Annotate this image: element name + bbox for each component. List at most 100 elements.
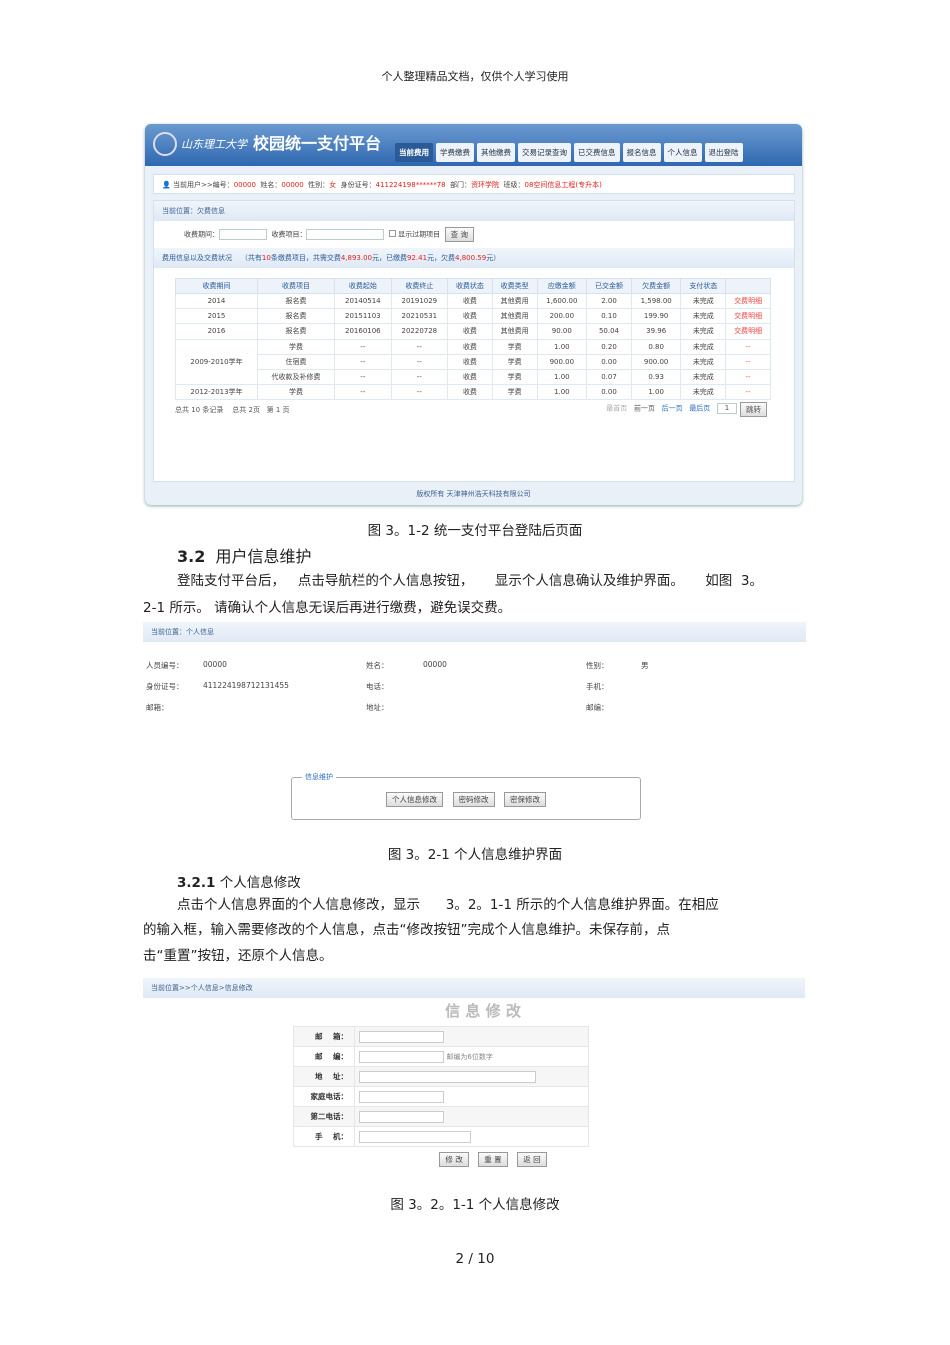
table-cell: 学费 [256, 338, 336, 355]
form-input[interactable] [359, 1130, 471, 1143]
form-label: 手 机： [293, 1126, 355, 1147]
table-cell: 0.07 [586, 368, 632, 386]
column-header: 欠费金额 [630, 278, 682, 294]
reset-button[interactable]: 重 置 [478, 1152, 508, 1167]
first-page-link[interactable]: 最首页 [606, 405, 627, 413]
field-label: 地址： [366, 703, 389, 712]
nav-current-fees[interactable]: 当前费用 [395, 143, 433, 162]
breadcrumb: 当前位置：个人信息 [143, 622, 806, 642]
table-cell: 0.00 [586, 384, 632, 401]
edit-profile-button[interactable]: 个人信息修改 [385, 792, 443, 807]
table-cell: 代收款及补修费 [256, 368, 336, 386]
form-input[interactable] [359, 1070, 536, 1083]
summary-text: 条缴费项目，共需交费 [270, 254, 341, 262]
field-label: 身份证号： [146, 682, 184, 691]
edit-profile-screenshot: 当前位置>>个人信息>信息修改 信 息 修 改 邮 箱： 邮 编： 邮编为6位数… [143, 978, 805, 1167]
show-expired-label: 显示过期项目 [398, 230, 441, 239]
table-cell: 2012-2013学年 [175, 384, 258, 401]
form-label: 第二电话： [293, 1106, 355, 1127]
table-cell: 2014 [175, 292, 258, 310]
form-input[interactable] [359, 1030, 444, 1043]
table-cell: 900.00 [630, 353, 682, 370]
field-label: 性别： [586, 661, 609, 670]
form-label: 邮 箱： [293, 1026, 355, 1047]
field-label: 邮编： [586, 703, 609, 712]
detail-link: -- [725, 368, 771, 386]
table-cell: -- [334, 338, 392, 355]
field-label: 人员编号： [146, 661, 184, 670]
back-button[interactable]: 返 回 [517, 1152, 547, 1167]
last-page-link[interactable]: 最后页 [689, 405, 710, 413]
table-cell: -- [334, 384, 392, 401]
security-question-button[interactable]: 密保修改 [504, 792, 547, 807]
user-id: 00000 [233, 181, 256, 189]
submit-button[interactable]: 修 改 [439, 1152, 469, 1167]
table-cell: 未完成 [680, 368, 727, 386]
table-row: 代收款及补修费 -- -- 收费 学费 1.00 0.07 0.93 未完成 -- [176, 368, 771, 386]
form-title: 信 息 修 改 [445, 1002, 521, 1020]
page-input[interactable]: 1 [717, 403, 737, 414]
platform-title: 校园统一支付平台 [253, 134, 382, 153]
table-cell: 0.00 [586, 353, 632, 370]
column-header: 已交金额 [586, 278, 632, 294]
detail-link[interactable]: 交费明细 [725, 308, 771, 325]
table-cell: -- [390, 368, 449, 386]
table-cell: 2.00 [586, 292, 632, 310]
section-title: 个人信息修改 [219, 875, 301, 891]
item-input[interactable] [306, 229, 385, 240]
period-input[interactable] [219, 229, 267, 240]
filter-row: 收费期间： 收费项目： 显示过期项目 查 询 [154, 221, 794, 248]
column-header: 收费状态 [447, 278, 493, 294]
user-class: 08空间信息工程(专升本) [524, 181, 602, 189]
show-expired-checkbox[interactable] [388, 229, 396, 237]
breadcrumb: 当前位置>>个人信息>信息修改 [143, 978, 805, 998]
field-value: 00000 [423, 660, 447, 669]
query-button[interactable]: 查 询 [444, 227, 474, 242]
user-name: 00000 [281, 181, 304, 189]
nav-tuition[interactable]: 学费缴费 [436, 143, 474, 162]
table-cell: 住宿费 [256, 353, 336, 370]
table-cell: 未完成 [680, 384, 727, 401]
nav-other[interactable]: 其他缴费 [477, 143, 515, 162]
pager: 总共 10 条记录 总共 2页 第 1 页 最首页 前一页 后一页 最后页 1 … [175, 402, 771, 417]
form-input[interactable] [359, 1050, 444, 1063]
current-page: 第 1 页 [266, 406, 290, 414]
prev-page-link[interactable]: 前一页 [634, 405, 655, 413]
page-count: 总共 2页 [232, 406, 260, 414]
form-label: 地 址： [293, 1066, 355, 1087]
form-label: 邮 编： [293, 1046, 355, 1067]
nav-paid[interactable]: 已交费信息 [574, 143, 620, 162]
payment-platform-screenshot: 山东理工大学 校园统一支付平台 当前费用 学费缴费 其他缴费 交易记录查询 已交… [145, 124, 802, 505]
breadcrumb: 当前位置：欠费信息 [154, 201, 794, 221]
table-cell: 2009-2010学年 [175, 338, 258, 386]
table-cell: 学费 [491, 353, 538, 370]
detail-link[interactable]: 交费明细 [725, 323, 771, 340]
nav-logout[interactable]: 退出登陆 [704, 143, 743, 162]
doc-header: 个人整理精品文档，仅供个人学习使用 [381, 70, 569, 83]
table-cell: 学费 [491, 368, 538, 386]
nav-transactions[interactable]: 交易记录查询 [518, 143, 571, 162]
form-hint: 邮编为6位数字 [446, 1052, 493, 1061]
change-password-button[interactable]: 密码修改 [452, 792, 495, 807]
form-input[interactable] [359, 1110, 444, 1123]
form-row: 地 址： [293, 1066, 589, 1087]
detail-link[interactable]: 交费明细 [725, 292, 771, 310]
nav-registration[interactable]: 报名信息 [622, 143, 661, 162]
item-label: 收费项目： [271, 230, 307, 239]
form-row: 第二电话： [293, 1106, 589, 1127]
table-row: 2014 报名费 20140514 20191029 收费 其他费用 1,600.00 2.0… [175, 292, 771, 310]
platform-header: 山东理工大学 校园统一支付平台 当前费用 学费缴费 其他缴费 交易记录查询 已交… [145, 124, 802, 166]
profile-screenshot: 当前位置：个人信息 人员编号： 00000 姓名： 00000 性别： 男身份证号： 411… [143, 622, 806, 822]
table-cell: 学费 [491, 384, 538, 401]
table-cell: 收费 [447, 323, 493, 340]
field-value: 00000 [203, 660, 227, 669]
form-input[interactable] [359, 1090, 444, 1103]
next-page-link[interactable]: 后一页 [662, 405, 683, 413]
user-bar: 👤 当前用户>>编号：00000 姓名：00000 性别：女 身份证号：4112… [153, 174, 795, 194]
summary-paid: 92.41 [407, 254, 428, 262]
table-cell: 39.96 [630, 323, 682, 340]
nav-profile[interactable]: 个人信息 [663, 143, 702, 162]
summary-label: 费用信息以及交费状况 [162, 254, 232, 262]
paragraph: 登陆支付平台后， 点击导航栏的个人信息按钮， 显示个人信息确认及维护界面。 如图… [177, 573, 763, 589]
go-button[interactable]: 跳转 [740, 402, 767, 417]
